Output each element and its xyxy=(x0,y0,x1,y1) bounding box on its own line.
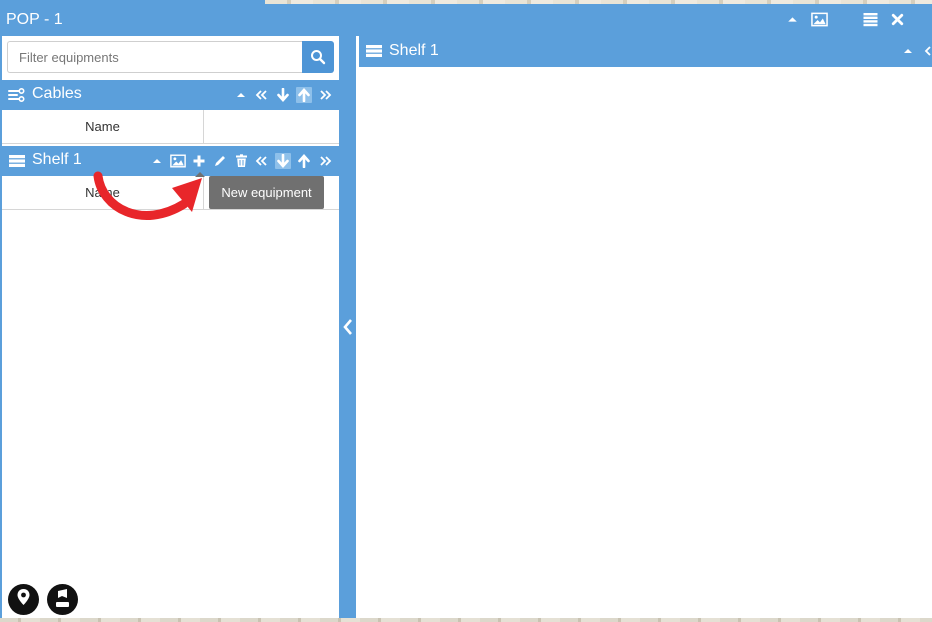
new-equipment-tooltip: New equipment xyxy=(209,176,324,209)
column-extra xyxy=(204,110,339,143)
chevron-left-icon[interactable] xyxy=(342,318,354,336)
server-icon xyxy=(8,154,26,173)
window-title: POP - 1 xyxy=(6,11,63,28)
oz-logo xyxy=(47,584,78,615)
arrow-up-icon[interactable] xyxy=(296,87,312,103)
server-icon xyxy=(365,44,383,63)
caret-up-icon[interactable] xyxy=(784,12,801,27)
caret-up-icon[interactable] xyxy=(900,43,916,59)
ozmap-logo xyxy=(8,584,39,615)
caret-up-icon[interactable] xyxy=(233,87,249,103)
cables-title: Cables xyxy=(32,85,82,102)
shelf-detail-title: Shelf 1 xyxy=(389,42,439,59)
shelf-detail-panel: Shelf 1 xyxy=(356,36,932,618)
logo-group xyxy=(8,584,78,615)
filter-equipments-input[interactable] xyxy=(7,41,303,73)
pop-window: POP - 1 Filter equipments Cables Name Sh… xyxy=(0,0,932,622)
search-area xyxy=(2,36,339,79)
map-background-strip xyxy=(0,618,932,622)
red-annotation-arrow xyxy=(93,171,202,220)
pencil-icon[interactable] xyxy=(212,153,228,169)
trash-icon[interactable] xyxy=(233,153,249,169)
shelf-title: Shelf 1 xyxy=(32,151,82,168)
double-chevron-left-icon[interactable] xyxy=(254,87,270,103)
search-button[interactable] xyxy=(302,41,334,73)
caret-up-icon[interactable] xyxy=(149,153,165,169)
search-icon xyxy=(311,50,326,65)
double-chevron-left-icon[interactable] xyxy=(254,153,270,169)
equipment-panel: Cables Name Shelf 1 xyxy=(2,36,339,618)
window-titlebar: POP - 1 xyxy=(0,4,932,36)
plus-icon[interactable] xyxy=(191,153,207,169)
close-icon[interactable] xyxy=(889,12,906,27)
image-icon[interactable] xyxy=(170,153,186,169)
cable-icon xyxy=(8,87,26,107)
double-chevron-right-icon[interactable] xyxy=(317,87,333,103)
cables-header[interactable]: Cables xyxy=(2,80,339,110)
cables-table-header: Name xyxy=(2,110,339,144)
arrow-down-icon[interactable] xyxy=(275,153,291,169)
image-icon[interactable] xyxy=(811,12,828,27)
panel-splitter[interactable] xyxy=(339,36,356,618)
arrow-up-icon[interactable] xyxy=(296,153,312,169)
double-chevron-left-icon[interactable] xyxy=(924,43,932,59)
double-chevron-right-icon[interactable] xyxy=(317,153,333,169)
column-name[interactable]: Name xyxy=(2,110,204,143)
arrow-down-icon[interactable] xyxy=(275,87,291,103)
list-icon[interactable] xyxy=(862,12,879,27)
shelf-detail-header[interactable]: Shelf 1 xyxy=(359,36,932,67)
